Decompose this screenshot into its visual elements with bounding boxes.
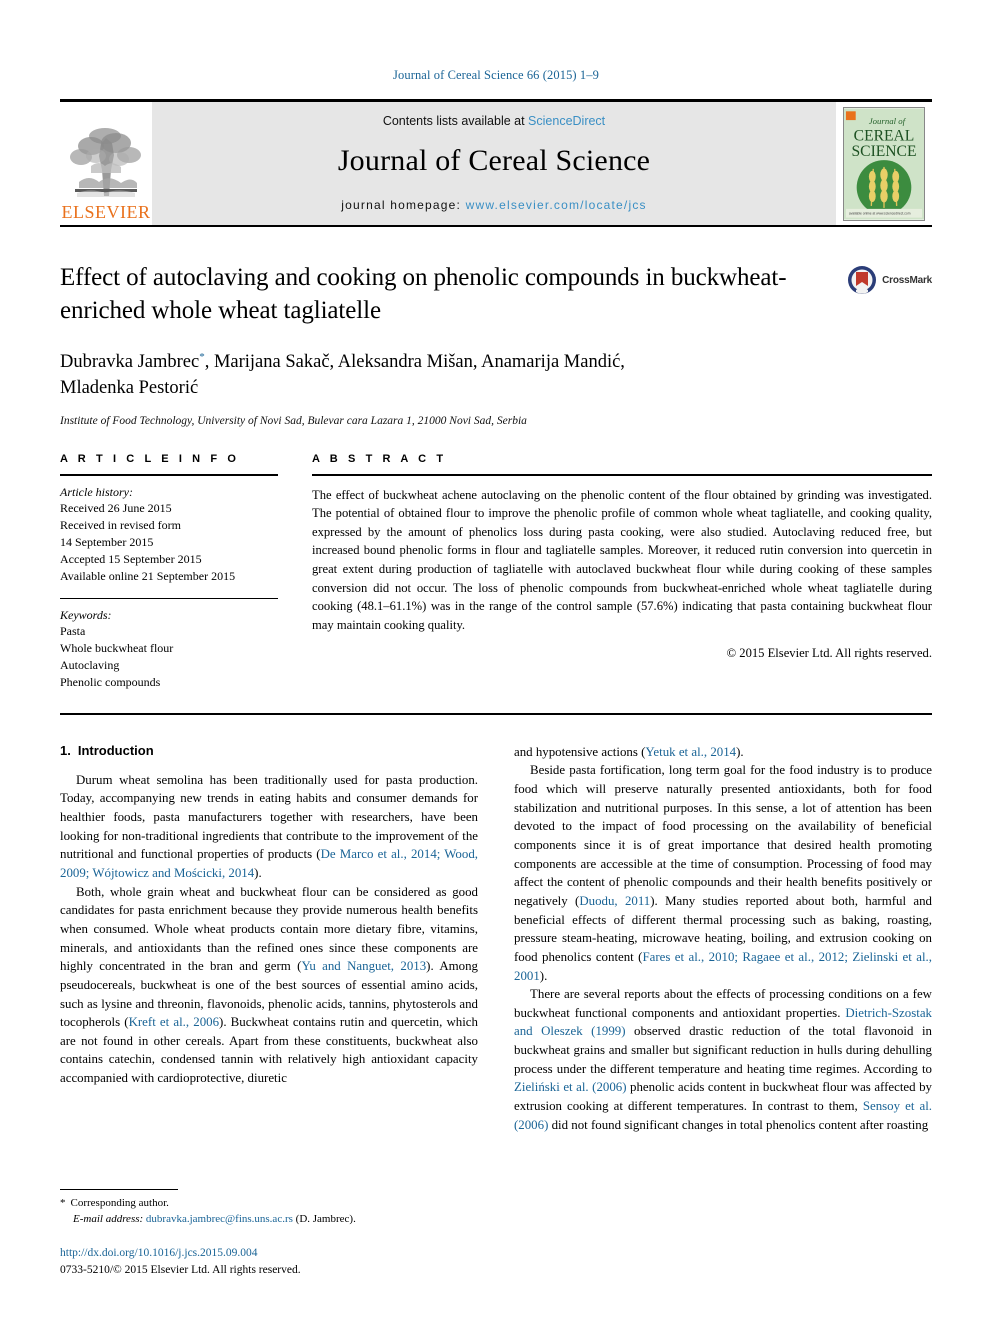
page-footer-left: * Corresponding author. E-mail address: d…: [60, 1173, 478, 1279]
page-title: Effect of autoclaving and cooking on phe…: [60, 264, 787, 324]
journal-masthead: ELSEVIER Contents lists available at Sci…: [60, 99, 932, 227]
section-heading-introduction: 1. Introduction: [60, 743, 478, 758]
homepage-url-link[interactable]: www.elsevier.com/locate/jcs: [466, 198, 647, 212]
abstract-copyright: © 2015 Elsevier Ltd. All rights reserved…: [726, 645, 932, 660]
keyword-item: Phenolic compounds: [60, 674, 161, 689]
paragraph-text: ).: [736, 744, 744, 759]
homepage-prefix: journal homepage:: [341, 197, 466, 212]
email-suffix: (D. Jambrec).: [295, 1212, 356, 1225]
abstract-text: The effect of buckwheat achene autoclavi…: [312, 487, 932, 632]
sciencedirect-link[interactable]: ScienceDirect: [528, 114, 605, 128]
paragraph: and hypotensive actions (Yetuk et al., 2…: [514, 743, 932, 762]
citation-link[interactable]: Yu and Nanguet, 2013: [301, 959, 426, 973]
paragraph-text: and hypotensive actions (: [514, 744, 646, 759]
article-info-label: A R T I C L E I N F O: [60, 452, 240, 465]
footnote-rule: [60, 1188, 178, 1190]
paragraph-text: ).: [254, 866, 262, 881]
masthead-center: Contents lists available at ScienceDirec…: [152, 102, 836, 225]
info-abstract-section: A R T I C L E I N F O Article history: R…: [60, 453, 932, 691]
abstract-label: A B S T R A C T: [312, 452, 447, 465]
crossmark-badge[interactable]: CrossMark: [847, 265, 932, 295]
section-divider: [60, 712, 932, 715]
keyword-item: Autoclaving: [60, 657, 120, 672]
citation-link[interactable]: Duodu, 2011: [579, 894, 650, 908]
journal-title: Journal of Cereal Science: [337, 143, 651, 177]
body-column-right: and hypotensive actions (Yetuk et al., 2…: [514, 743, 932, 1134]
journal-cover-thumbnail: Journal of CEREAL SCIENCE available onli…: [836, 102, 932, 225]
contents-prefix: Contents lists available at: [382, 113, 529, 128]
body-column-left: 1. Introduction Durum wheat semolina has …: [60, 743, 478, 1134]
email-link[interactable]: dubravka.jambrec@fins.uns.ac.rs: [146, 1213, 293, 1225]
svg-text:CEREAL: CEREAL: [854, 127, 915, 144]
article-history-label: Article history:: [60, 484, 133, 499]
paragraph-text: did not found significant changes in tot…: [548, 1117, 929, 1132]
citation-link[interactable]: Yetuk et al., 2014: [645, 745, 736, 759]
author-first: Dubravka Jambrec: [60, 352, 200, 372]
abstract-column: A B S T R A C T The effect of buckwheat …: [312, 453, 932, 691]
paragraph: Beside pasta fortification, long term go…: [514, 761, 932, 985]
keywords-rule: [60, 597, 278, 599]
keyword-item: Whole buckwheat flour: [60, 640, 174, 655]
history-line: Received in revised form: [60, 517, 181, 532]
svg-text:available online at www.scienc: available online at www.sciencedirect.co…: [849, 211, 911, 215]
svg-text:SCIENCE: SCIENCE: [852, 143, 917, 160]
left-column-paragraphs: Durum wheat semolina has been traditiona…: [60, 771, 478, 1088]
corresponding-author-text: Corresponding author.: [70, 1196, 169, 1209]
running-head: Journal of Cereal Science 66 (2015) 1–9: [393, 68, 599, 82]
body-columns: 1. Introduction Durum wheat semolina has …: [60, 743, 932, 1134]
elsevier-wordmark: ELSEVIER: [61, 202, 151, 222]
footnote-star: *: [60, 1196, 66, 1209]
paragraph: Durum wheat semolina has been traditiona…: [60, 771, 478, 883]
paragraph-text: ).: [539, 968, 548, 983]
author-list: Dubravka Jambrec*, Marijana Sakač, Aleks…: [60, 349, 812, 402]
journal-homepage-line: journal homepage: www.elsevier.com/locat…: [341, 198, 646, 212]
email-label: E-mail address:: [73, 1212, 144, 1225]
title-area: CrossMark Effect of autoclaving and cook…: [60, 261, 932, 427]
history-line: Received 26 June 2015: [60, 500, 172, 515]
corresponding-author-note: * Corresponding author.: [60, 1196, 478, 1212]
history-line: 14 September 2015: [60, 534, 154, 549]
article-info-rule: [60, 473, 278, 476]
paragraph: Both, whole grain wheat and buckwheat fl…: [60, 883, 478, 1088]
authors-rest: , Marijana Sakač, Aleksandra Mišan, Anam…: [204, 352, 625, 372]
issn-copyright: 0733-5210/© 2015 Elsevier Ltd. All right…: [60, 1263, 301, 1276]
paper-page: Journal of Cereal Science 66 (2015) 1–9: [0, 0, 992, 1323]
doi-link[interactable]: http://dx.doi.org/10.1016/j.jcs.2015.09.…: [60, 1245, 478, 1262]
history-line: Available online 21 September 2015: [60, 568, 236, 583]
right-column-paragraphs: and hypotensive actions (Yetuk et al., 2…: [514, 743, 932, 1134]
citation-link[interactable]: Zieliński et al. (2006): [514, 1080, 627, 1094]
history-line: Accepted 15 September 2015: [60, 551, 202, 566]
section-number: 1.: [60, 742, 71, 758]
elsevier-tree-icon: [70, 128, 141, 197]
paragraph: There are several reports about the effe…: [514, 985, 932, 1134]
keyword-item: Pasta: [60, 623, 86, 638]
elsevier-logo: ELSEVIER: [60, 102, 152, 225]
author-last: Mladenka Pestorić: [60, 378, 199, 399]
footnote-block: * Corresponding author. E-mail address: d…: [60, 1188, 478, 1228]
email-note: E-mail address: dubravka.jambrec@fins.un…: [60, 1212, 478, 1228]
abstract-rule: [312, 473, 932, 476]
keywords-label: Keywords:: [60, 607, 112, 622]
section-title: Introduction: [77, 742, 154, 758]
contents-available-line: Contents lists available at ScienceDirec…: [383, 114, 605, 128]
article-info-column: A R T I C L E I N F O Article history: R…: [60, 453, 278, 691]
crossmark-label: CrossMark: [882, 274, 932, 286]
paragraph-text: Beside pasta fortification, long term go…: [514, 763, 932, 908]
doi-block: http://dx.doi.org/10.1016/j.jcs.2015.09.…: [60, 1245, 478, 1280]
crossmark-icon: [848, 266, 877, 294]
svg-text:Journal of: Journal of: [869, 116, 907, 126]
affiliation: Institute of Food Technology, University…: [60, 414, 527, 427]
citation-link[interactable]: Kreft et al., 2006: [129, 1015, 219, 1029]
cover-art-icon: Journal of CEREAL SCIENCE available onli…: [843, 106, 925, 221]
